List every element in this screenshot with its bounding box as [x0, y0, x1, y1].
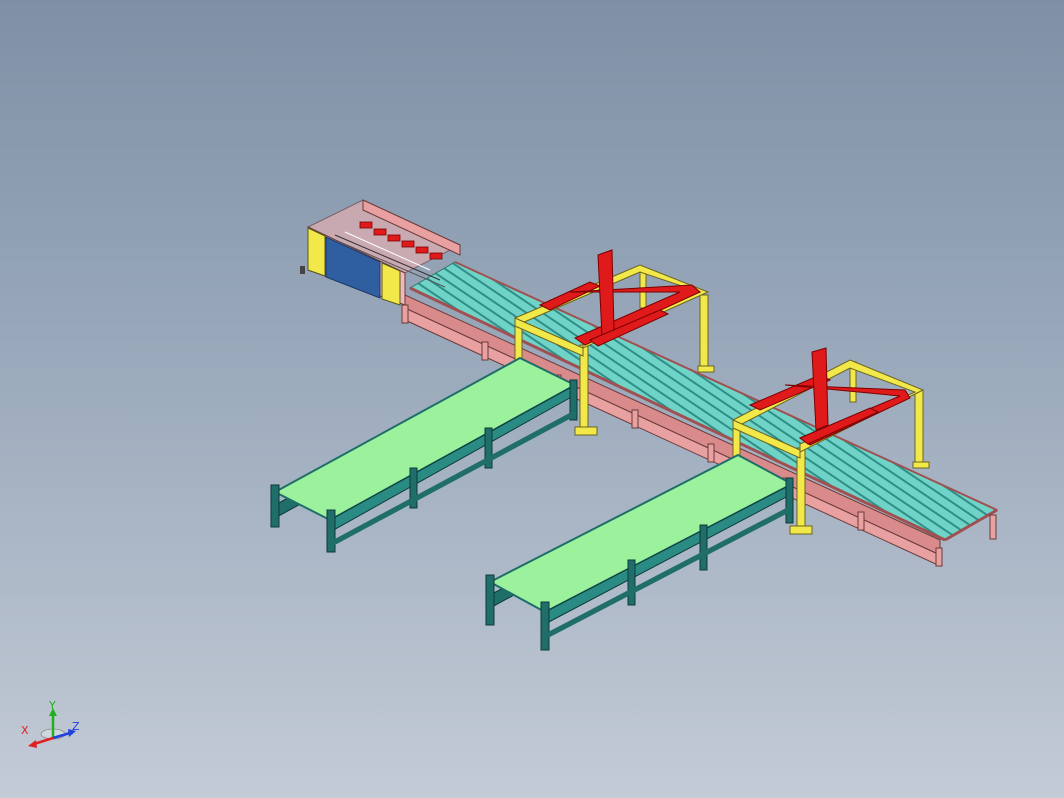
gantry-1-crossbeam — [538, 281, 602, 311]
side-belt-conveyor-2 — [485, 453, 795, 651]
orientation-triad[interactable]: X Y Z — [18, 700, 88, 760]
x-axis-arrow — [33, 736, 54, 746]
conveyor-line-model[interactable] — [0, 0, 1064, 798]
cad-viewport[interactable]: X Y Z — [0, 0, 1064, 798]
x-axis-label: X — [21, 724, 29, 737]
y-axis-label: Y — [48, 700, 56, 712]
cabinet-yellow-panel-right — [381, 262, 401, 306]
cabinet-yellow-panel-left — [307, 227, 326, 277]
side-belt-conveyor-1 — [270, 356, 578, 553]
z-axis-label: Z — [72, 720, 80, 733]
